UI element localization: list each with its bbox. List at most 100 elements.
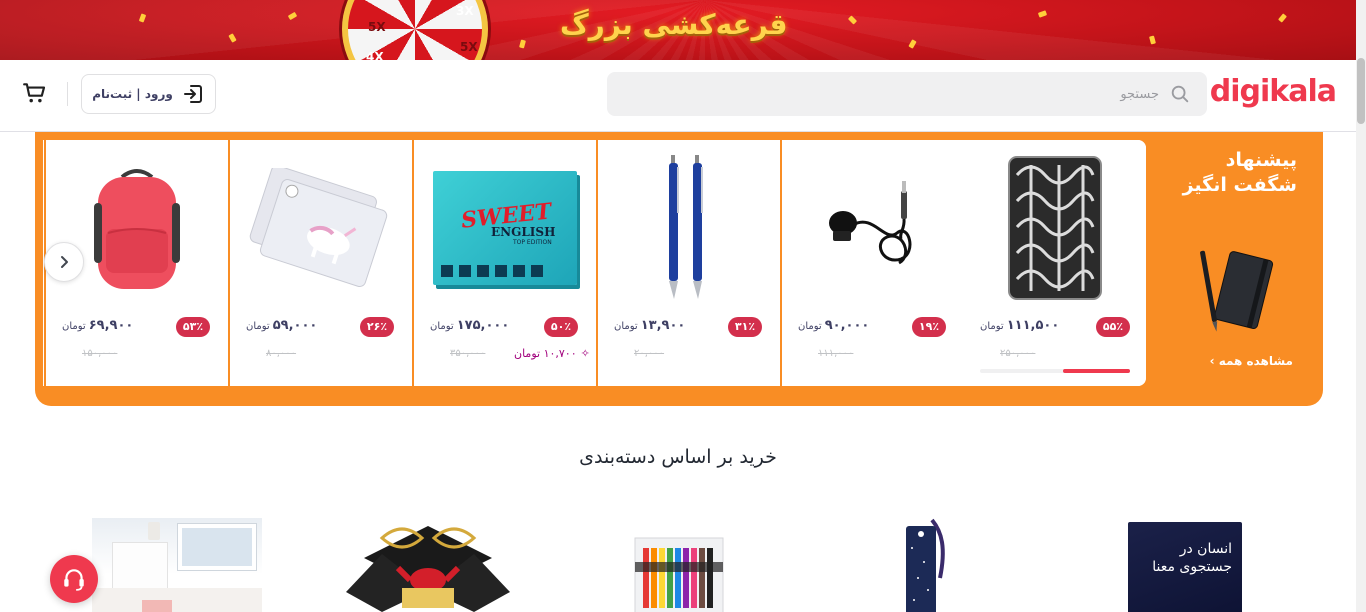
lavalier-microphone-image <box>829 181 912 265</box>
product-image <box>980 148 1130 308</box>
amazing-offers-title: پیشنهاد شگفت انگیز <box>1182 149 1297 196</box>
box-icons-row <box>441 265 569 277</box>
product-image <box>62 148 212 308</box>
rug-image <box>1008 156 1102 300</box>
amazing-offers-side: پیشنهاد شگفت انگیز مشاهده همه › <box>1147 132 1323 406</box>
search-box[interactable] <box>607 72 1207 116</box>
category-item-home-furniture[interactable] <box>92 518 262 612</box>
product-price: ۱۱۱,۵۰۰تومان <box>980 318 1059 333</box>
old-price: ۲۰,۰۰۰ <box>634 348 665 359</box>
wheel-label: 4X <box>366 50 384 60</box>
pink-backpack-image <box>94 169 180 289</box>
discount-badge: ۵۰٪ <box>544 317 578 337</box>
product-card[interactable]: ۱۹٪ ۹۰,۰۰۰تومان ۱۱۱,۰۰۰ <box>780 140 962 386</box>
currency-label: تومان <box>980 321 1004 332</box>
category-item-bookmarks[interactable] <box>898 518 958 612</box>
box-icon <box>531 265 543 277</box>
box-icon <box>441 265 453 277</box>
box-icon <box>477 265 489 277</box>
club-price: ✧۱۰,۷۰۰ تومان <box>514 347 590 360</box>
english-course-box-image: SWEET ENGLISH TOP EDITION <box>433 171 577 285</box>
product-price: ۵۹,۰۰۰تومان <box>246 318 317 333</box>
old-price: ۱۵۰,۰۰۰ <box>82 348 118 359</box>
book-title-text: انسان در جستجوی معنا <box>1152 541 1232 575</box>
see-all-label: مشاهده همه <box>1218 354 1293 368</box>
digikala-logo[interactable]: digikala <box>1210 74 1337 109</box>
rug-shape <box>92 588 262 612</box>
window-shape <box>178 524 256 570</box>
box-icon <box>513 265 525 277</box>
product-card[interactable]: ۵۵٪ ۱۱۱,۵۰۰تومان ۲۵۰,۰۰۰ <box>964 140 1146 386</box>
support-chat-button[interactable] <box>50 555 98 603</box>
amazing-offers-section: پیشنهاد شگفت انگیز مشاهده همه › ۵۵٪ ۱۱۱,… <box>35 132 1323 406</box>
price-value: ۱۳,۹۰۰ <box>640 318 686 333</box>
plastic-cover-image <box>249 168 388 288</box>
currency-label: تومان <box>798 321 822 332</box>
product-card[interactable]: SWEET ENGLISH TOP EDITION ۵۰٪ ۱۷۵,۰۰۰توم… <box>412 140 594 386</box>
gift-box-image <box>346 526 510 612</box>
discount-badge: ۱۹٪ <box>912 317 946 337</box>
wheel-label: 5X <box>460 40 478 54</box>
box-text-english: ENGLISH <box>491 225 556 239</box>
currency-label: تومان <box>62 321 86 332</box>
discount-badge: ۲۶٪ <box>360 317 394 337</box>
category-item-stationery[interactable] <box>633 518 725 612</box>
wheel-label: 5X <box>368 20 386 34</box>
discount-badge: ۵۵٪ <box>1096 317 1130 337</box>
scrollbar-thumb[interactable] <box>1357 58 1365 124</box>
product-image <box>798 148 948 308</box>
sold-progress-bar <box>980 369 1130 373</box>
product-price: ۱۳,۹۰۰تومان <box>614 318 685 333</box>
old-price: ۱۱۱,۰۰۰ <box>818 348 854 359</box>
blue-pens-image <box>669 155 703 299</box>
product-price: ۱۷۵,۰۰۰تومان <box>430 318 509 333</box>
slipper-shape <box>142 600 172 612</box>
discount-badge: ۳۱٪ <box>728 317 762 337</box>
login-label: ورود | ثبت‌نام <box>92 87 173 101</box>
sold-progress-fill <box>1062 369 1130 373</box>
search-input[interactable] <box>659 72 1159 116</box>
book-cover-image: انسان در جستجوی معنا <box>1128 522 1242 612</box>
headset-icon <box>64 569 84 591</box>
promo-banner[interactable]: 5X 3X 5X 4X قرعه‌کشی بزرگ <box>0 0 1356 60</box>
category-section-title: خرید بر اساس دسته‌بندی <box>579 446 777 468</box>
discount-badge: ۵۳٪ <box>176 317 210 337</box>
carousel-next-button[interactable] <box>44 242 84 282</box>
amazing-cards-track: ۵۵٪ ۱۱۱,۵۰۰تومان ۲۵۰,۰۰۰ ۱۹٪ ۹۰,۰۰۰تومان… <box>43 140 1146 386</box>
login-icon <box>183 85 202 103</box>
currency-label: تومان <box>430 321 454 332</box>
site-header: digikala ورود | ثبت‌نام <box>0 60 1356 132</box>
box-icon <box>495 265 507 277</box>
bedroom-image <box>92 518 262 612</box>
lamp-shape <box>148 522 160 540</box>
box-text-edition: TOP EDITION <box>513 239 552 246</box>
wheel-label: 3X <box>456 4 474 18</box>
search-icon <box>1171 85 1189 103</box>
product-card[interactable]: ۳۱٪ ۱۳,۹۰۰تومان ۲۰,۰۰۰ <box>596 140 778 386</box>
box-icon <box>459 265 471 277</box>
lucky-wheel-image: 5X 3X 5X 4X <box>342 0 488 60</box>
club-price-value: ۱۰,۷۰۰ <box>543 347 577 360</box>
product-price: ۶۹,۹۰۰تومان <box>62 318 133 333</box>
banner-promo-text: قرعه‌کشی بزرگ <box>560 8 788 41</box>
category-item-books[interactable]: انسان در جستجوی معنا <box>1128 518 1244 612</box>
club-star-icon: ✧ <box>580 347 590 360</box>
category-item-gifts[interactable] <box>342 518 514 612</box>
login-register-button[interactable]: ورود | ثبت‌نام <box>81 74 216 114</box>
cart-icon[interactable] <box>22 80 48 106</box>
product-price: ۹۰,۰۰۰تومان <box>798 318 869 333</box>
product-image <box>246 148 396 308</box>
header-divider <box>67 82 68 106</box>
notebook-illustration <box>1200 250 1274 332</box>
page-scrollbar[interactable] <box>1356 0 1366 612</box>
markers-pack-image <box>634 537 724 612</box>
bookmark-image <box>906 518 945 612</box>
old-price: ۸۰,۰۰۰ <box>266 348 297 359</box>
price-value: ۵۹,۰۰۰ <box>272 318 318 333</box>
price-value: ۱۱۱,۵۰۰ <box>1006 318 1060 333</box>
price-value: ۶۹,۹۰۰ <box>88 318 134 333</box>
currency-label: تومان <box>614 321 638 332</box>
product-card[interactable]: ۲۶٪ ۵۹,۰۰۰تومان ۸۰,۰۰۰ <box>228 140 410 386</box>
see-all-link[interactable]: مشاهده همه › <box>1210 354 1293 368</box>
chevron-right-icon <box>61 256 68 268</box>
